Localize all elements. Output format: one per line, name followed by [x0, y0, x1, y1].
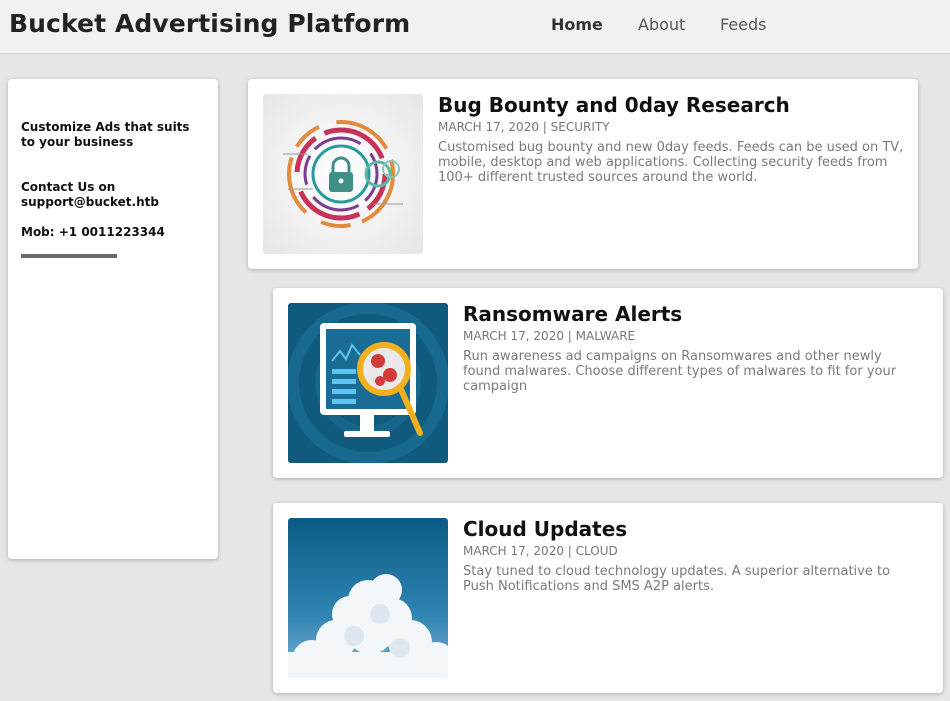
sidebar-panel: Customize Ads that suits to your busines…: [8, 79, 218, 559]
sidebar-mobile: Mob: +1 0011223344: [21, 225, 165, 239]
post-title[interactable]: Ransomware Alerts: [463, 302, 682, 326]
nav-about[interactable]: About: [638, 15, 685, 34]
post-card-malware: Ransomware Alerts MARCH 17, 2020 | MALWA…: [273, 288, 943, 478]
sidebar-divider: [21, 254, 117, 258]
post-title[interactable]: Cloud Updates: [463, 517, 627, 541]
post-card-cloud: Cloud Updates MARCH 17, 2020 | CLOUD Sta…: [273, 503, 943, 693]
sidebar-contact-email: support@bucket.htb: [21, 195, 159, 209]
post-description: Run awareness ad campaigns on Ransomware…: [463, 349, 897, 394]
sidebar-contact-label: Contact Us on: [21, 180, 116, 194]
brand-title[interactable]: Bucket Advertising Platform: [9, 9, 410, 38]
top-navbar: Bucket Advertising Platform Home About F…: [0, 0, 950, 54]
malware-scan-icon: [288, 303, 448, 463]
security-lock-icon: [263, 94, 423, 254]
post-title[interactable]: Bug Bounty and 0day Research: [438, 93, 790, 117]
nav-home[interactable]: Home: [551, 15, 603, 34]
cloud-sky-image: [288, 518, 448, 678]
post-description: Customised bug bounty and new 0day feeds…: [438, 140, 904, 185]
post-meta: MARCH 17, 2020 | CLOUD: [463, 544, 618, 558]
nav-feeds[interactable]: Feeds: [720, 15, 767, 34]
sidebar-tagline: Customize Ads that suits to your busines…: [21, 120, 190, 149]
post-description: Stay tuned to cloud technology updates. …: [463, 564, 891, 594]
post-meta: MARCH 17, 2020 | SECURITY: [438, 120, 610, 134]
post-card-security: Bug Bounty and 0day Research MARCH 17, 2…: [248, 79, 918, 269]
post-meta: MARCH 17, 2020 | MALWARE: [463, 329, 636, 343]
